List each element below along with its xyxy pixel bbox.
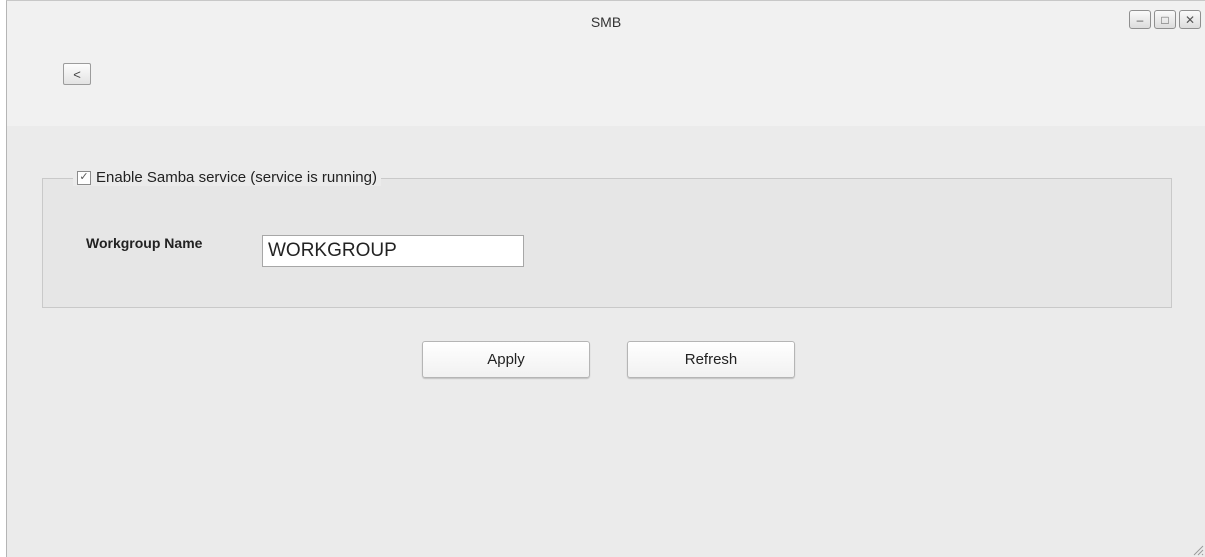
maximize-button[interactable]: □ (1154, 10, 1176, 29)
smb-window: SMB – □ ✕ < ✓ Enable Samba service (serv… (6, 0, 1205, 557)
apply-button[interactable]: Apply (422, 341, 590, 378)
minimize-icon: – (1136, 12, 1144, 27)
window-title: SMB (590, 14, 622, 30)
refresh-button[interactable]: Refresh (627, 341, 795, 378)
enable-samba-label: Enable Samba service (service is running… (96, 169, 377, 186)
window-controls: – □ ✕ (1129, 10, 1201, 29)
chevron-left-icon: < (73, 66, 81, 82)
enable-samba-toggle[interactable]: ✓ Enable Samba service (service is runni… (73, 169, 381, 186)
close-button[interactable]: ✕ (1179, 10, 1201, 29)
workgroup-name-input[interactable] (262, 235, 524, 267)
back-button[interactable]: < (63, 63, 91, 85)
maximize-icon: □ (1161, 12, 1169, 27)
title-bar: SMB – □ ✕ < (7, 1, 1205, 126)
close-icon: ✕ (1184, 12, 1196, 27)
minimize-button[interactable]: – (1129, 10, 1151, 29)
enable-samba-checkbox[interactable]: ✓ (77, 170, 91, 185)
samba-settings-group: ✓ Enable Samba service (service is runni… (42, 169, 1172, 308)
workgroup-name-label: Workgroup Name (86, 235, 203, 251)
resize-grip-icon[interactable] (1190, 542, 1204, 556)
content-area: ✓ Enable Samba service (service is runni… (7, 126, 1205, 557)
checkmark-icon: ✓ (79, 171, 89, 183)
